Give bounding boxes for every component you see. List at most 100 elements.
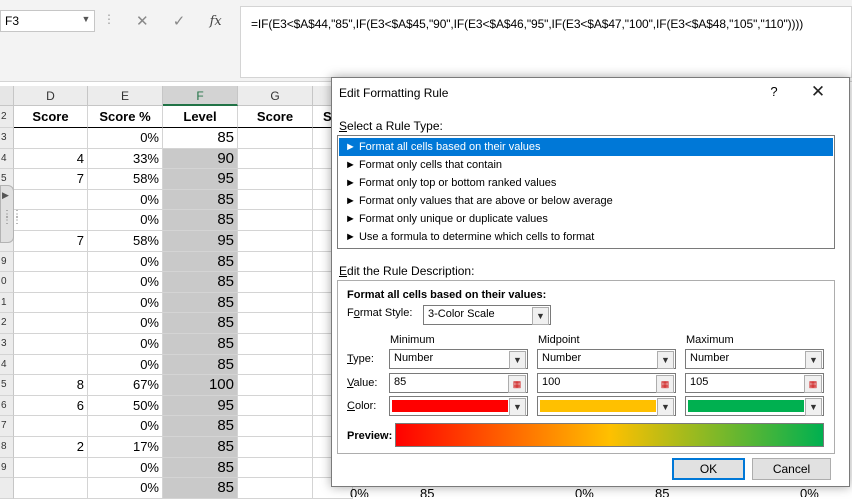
cell-score-percent[interactable]: 33%	[88, 148, 163, 170]
cell-level[interactable]: 85	[163, 210, 238, 231]
cell-level[interactable]: 85	[163, 478, 238, 499]
rule-type-item[interactable]: ► Format only cells that contain	[339, 156, 833, 174]
cell-level[interactable]: 85	[163, 416, 238, 437]
cell-score-percent[interactable]: 0%	[88, 354, 163, 376]
cell-score-percent[interactable]: 0%	[88, 478, 163, 499]
cell-empty[interactable]	[238, 478, 313, 499]
chevron-down-icon[interactable]: ▼	[805, 398, 822, 416]
range-select-icon[interactable]: ▦	[656, 375, 674, 393]
range-select-icon[interactable]: ▦	[804, 375, 822, 393]
cell-score[interactable]: 2	[14, 437, 88, 458]
cell-empty[interactable]	[238, 148, 313, 170]
cell-empty[interactable]	[238, 169, 313, 190]
insert-function-icon[interactable]: fx	[203, 14, 229, 29]
cell-level[interactable]: 85	[163, 354, 238, 376]
cell-score[interactable]	[14, 128, 88, 149]
cell-score-percent[interactable]: 58%	[88, 169, 163, 190]
cell-empty[interactable]	[238, 395, 313, 417]
cell-level[interactable]: 85	[163, 457, 238, 479]
midpoint-color-picker[interactable]: ▼	[537, 396, 676, 416]
close-icon[interactable]: ✕	[808, 82, 828, 102]
cell-empty[interactable]	[238, 189, 313, 211]
cell-score[interactable]	[14, 292, 88, 314]
cell-empty[interactable]	[238, 272, 313, 293]
cancel-icon[interactable]: ✕	[129, 12, 155, 30]
formula-input[interactable]: =IF(E3<$A$44,"85",IF(E3<$A$45,"90",IF(E3…	[240, 6, 852, 78]
column-header-f[interactable]: F	[163, 86, 238, 106]
chevron-down-icon[interactable]: ▼	[509, 351, 526, 369]
chevron-down-icon[interactable]: ▼	[532, 307, 549, 325]
row-header[interactable]: 2	[0, 106, 14, 128]
rule-type-item[interactable]: ► Format only values that are above or b…	[339, 192, 833, 210]
cell-level[interactable]: 95	[163, 169, 238, 190]
cell-level[interactable]: 85	[163, 313, 238, 334]
cell-empty[interactable]	[238, 313, 313, 334]
cell-empty[interactable]	[238, 128, 313, 149]
cell-score-percent[interactable]: 0%	[88, 189, 163, 211]
maximum-value-input[interactable]: 105 ▦	[685, 373, 824, 393]
cell-empty[interactable]	[238, 437, 313, 458]
cell-score[interactable]: 8	[14, 375, 88, 396]
minimum-value-input[interactable]: 85 ▦	[389, 373, 528, 393]
cell-score[interactable]	[14, 457, 88, 479]
row-header[interactable]: 8	[0, 437, 14, 458]
cell-empty[interactable]	[238, 231, 313, 252]
rule-type-item[interactable]: ► Format only unique or duplicate values	[339, 210, 833, 228]
rule-type-item[interactable]: ► Use a formula to determine which cells…	[339, 228, 833, 246]
cell-empty[interactable]	[238, 334, 313, 355]
cell-level[interactable]: 85	[163, 334, 238, 355]
cell-empty[interactable]	[238, 251, 313, 273]
format-style-select[interactable]: 3-Color Scale ▼	[423, 305, 551, 325]
cell-score[interactable]	[14, 251, 88, 273]
row-header[interactable]: 2	[0, 313, 14, 334]
rule-type-item[interactable]: ► Format all cells based on their values	[339, 138, 833, 156]
cell-level[interactable]: 85	[163, 128, 238, 149]
midpoint-value-input[interactable]: 100 ▦	[537, 373, 676, 393]
chevron-down-icon[interactable]: ▼	[509, 398, 526, 416]
minimum-color-picker[interactable]: ▼	[389, 396, 528, 416]
cell-empty[interactable]	[238, 416, 313, 437]
cell-score[interactable]	[14, 210, 88, 231]
chevron-down-icon[interactable]: ▼	[80, 14, 92, 28]
cell-level[interactable]: 85	[163, 251, 238, 273]
row-header[interactable]: 4	[0, 148, 14, 170]
cell-level[interactable]: 100	[163, 375, 238, 396]
cell-score[interactable]: 7	[14, 231, 88, 252]
row-header[interactable]: 9	[0, 457, 14, 479]
cell-score[interactable]	[14, 189, 88, 211]
cell-score[interactable]	[14, 354, 88, 376]
cell-empty[interactable]	[238, 457, 313, 479]
cell-score[interactable]: 7	[14, 169, 88, 190]
cell-score[interactable]: 4	[14, 148, 88, 170]
range-select-icon[interactable]: ▦	[508, 375, 526, 393]
cell-level[interactable]: 95	[163, 231, 238, 252]
cell-level[interactable]: 85	[163, 292, 238, 314]
chevron-down-icon[interactable]: ▼	[805, 351, 822, 369]
column-header-g[interactable]: G	[238, 86, 313, 106]
cancel-button[interactable]: Cancel	[752, 458, 831, 480]
cell-score-percent[interactable]: 0%	[88, 313, 163, 334]
cell-level[interactable]: 85	[163, 189, 238, 211]
cell-score[interactable]	[14, 334, 88, 355]
rule-type-item[interactable]: ► Format only top or bottom ranked value…	[339, 174, 833, 192]
header-cell-level[interactable]: Level	[163, 106, 238, 128]
cell-score-percent[interactable]: 0%	[88, 292, 163, 314]
cell-score[interactable]	[14, 313, 88, 334]
cell-score-percent[interactable]: 0%	[88, 457, 163, 479]
cell-score-percent[interactable]: 58%	[88, 231, 163, 252]
row-header[interactable]: 5	[0, 375, 14, 396]
cell-empty[interactable]	[238, 354, 313, 376]
row-header[interactable]: 0	[0, 272, 14, 293]
maximum-color-picker[interactable]: ▼	[685, 396, 824, 416]
cell-score-percent[interactable]: 0%	[88, 272, 163, 293]
row-header[interactable]: 9	[0, 251, 14, 273]
row-header[interactable]: 3	[0, 128, 14, 149]
cell-empty[interactable]	[238, 292, 313, 314]
cell-score-percent[interactable]: 0%	[88, 334, 163, 355]
header-cell-score-2[interactable]: Score	[238, 106, 313, 128]
cell-score-percent[interactable]: 67%	[88, 375, 163, 396]
cell-empty[interactable]	[238, 375, 313, 396]
header-cell-score[interactable]: Score	[14, 106, 88, 128]
chevron-down-icon[interactable]: ▼	[657, 351, 674, 369]
select-all-corner[interactable]	[0, 86, 14, 106]
